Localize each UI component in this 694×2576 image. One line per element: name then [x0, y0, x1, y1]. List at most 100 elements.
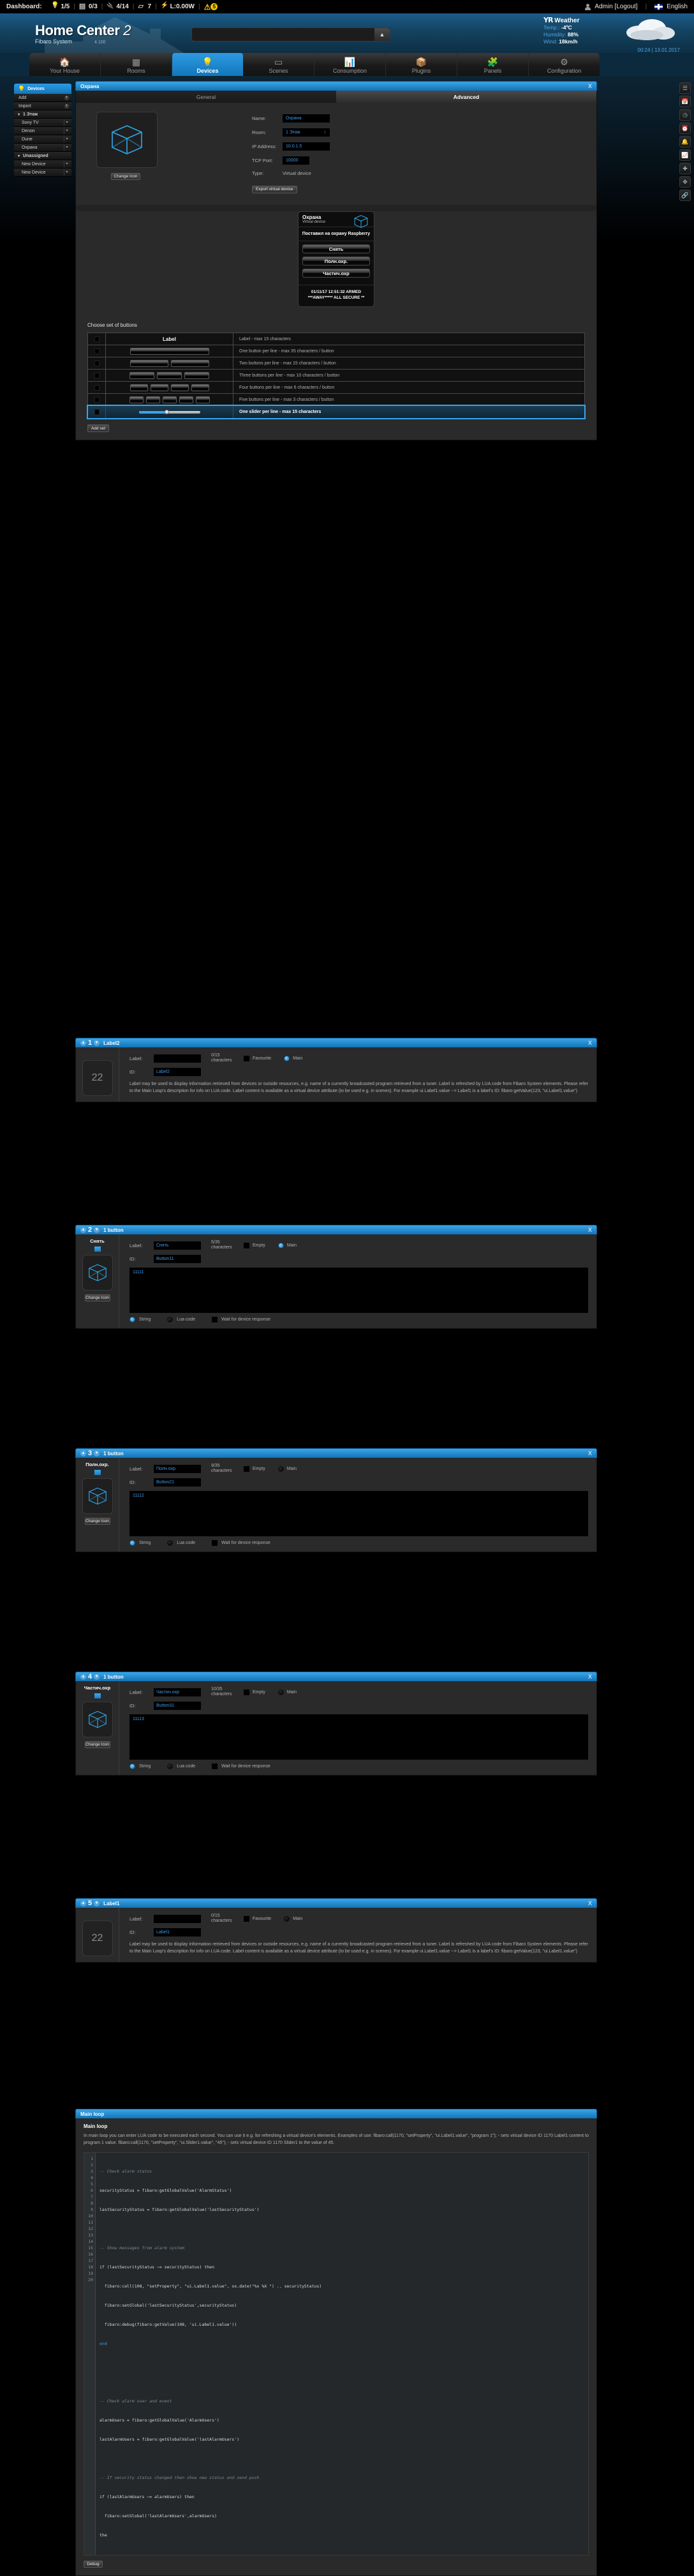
chooser-row-one-button[interactable]: One button per line - max 35 characters … [88, 345, 584, 357]
nav-tab-consumption[interactable]: 📊 Consumption [314, 53, 386, 76]
change-icon-button[interactable]: Change Icon [111, 173, 140, 180]
change-icon-button[interactable]: Change Icon [84, 1518, 110, 1525]
mode-lua[interactable]: Lua code [167, 1317, 195, 1322]
close-icon[interactable]: X [588, 83, 592, 89]
change-icon-button[interactable]: Change Icon [84, 1294, 110, 1301]
wait-checkbox[interactable] [212, 1317, 218, 1322]
chooser-checkbox[interactable] [94, 372, 100, 378]
alarm-icon[interactable]: ⏰ [679, 123, 691, 134]
chooser-checkbox-cell[interactable] [88, 345, 106, 357]
nav-tab-rooms[interactable]: ▦ Rooms [101, 53, 172, 76]
string-radio[interactable] [129, 1317, 135, 1322]
stat-scenes[interactable]: 7 [138, 2, 151, 10]
main-radio[interactable] [277, 1465, 284, 1472]
lua-radio[interactable] [167, 1764, 174, 1769]
nav-tab-panels[interactable]: 🧩 Panels [457, 53, 529, 76]
sidebar-item-denon[interactable]: Denon ▾ [14, 127, 71, 135]
move-icon[interactable]: ✥ [679, 176, 691, 188]
mode-wait[interactable]: Wait for device response [212, 1317, 270, 1322]
lua-radio[interactable] [167, 1540, 174, 1546]
id-input[interactable]: Label1 [154, 1928, 201, 1936]
sidebar-item-ohrana[interactable]: Охрана ▾ [14, 144, 71, 152]
empty-checkbox[interactable] [244, 1689, 249, 1695]
element-3-icon-box[interactable] [82, 1478, 113, 1514]
wait-checkbox[interactable] [212, 1540, 218, 1546]
sidebar-item-add[interactable]: Add + [14, 94, 71, 102]
move-up-icon[interactable]: ▲ [80, 1450, 86, 1456]
mode-string[interactable]: String [129, 1764, 151, 1769]
chooser-row-five-buttons[interactable]: Five buttons per line - max 3 characters… [88, 394, 584, 406]
wait-checkbox[interactable] [212, 1764, 218, 1769]
move-down-icon[interactable]: ▼ [94, 1227, 100, 1233]
mode-lua[interactable]: Lua code [167, 1540, 195, 1546]
port-input[interactable]: 10000 [283, 156, 309, 165]
chooser-row-one-slider[interactable]: One slider per line - max 15 characters [87, 405, 586, 419]
stat-plugs[interactable]: 4/14 [107, 3, 128, 10]
nav-tab-devices[interactable]: 💡 Devices [172, 53, 243, 76]
ip-input[interactable]: 10.0.1.5 [283, 142, 330, 151]
id-input[interactable]: Button31 [154, 1702, 201, 1710]
chevron-down-icon[interactable]: ▾ [64, 128, 70, 134]
tab-advanced[interactable]: Advanced [336, 91, 596, 103]
mode-wait[interactable]: Wait for device response [212, 1764, 270, 1769]
list-icon[interactable]: ☰ [679, 82, 691, 94]
stat-lights[interactable]: 1/5 [51, 2, 70, 10]
plus-icon[interactable]: ✚ [679, 163, 691, 174]
plus-icon[interactable]: + [64, 104, 69, 109]
label-input[interactable]: Снять [154, 1241, 201, 1250]
sidebar-item-dune[interactable]: Dune ▾ [14, 135, 71, 144]
chevron-down-icon[interactable]: ▾ [64, 170, 70, 176]
chooser-checkbox-cell[interactable] [88, 406, 106, 418]
chooser-checkbox-cell[interactable] [88, 333, 106, 345]
main-loop-editor[interactable]: 1234567 8 9 10 11 12 13 14 15 16 17 18 19 20 -- Che… [84, 2152, 589, 2556]
change-icon-button[interactable]: Change Icon [84, 1741, 110, 1748]
chooser-checkbox[interactable] [94, 348, 100, 354]
move-up-icon[interactable]: ▲ [80, 1040, 86, 1046]
main-radio[interactable] [277, 1689, 284, 1695]
sidebar-item-import[interactable]: Import + [14, 102, 71, 110]
vd-button-poln-ohr[interactable]: Полн.охр. [302, 257, 370, 266]
string-radio[interactable] [129, 1764, 135, 1769]
chevron-down-icon[interactable]: ▾ [64, 161, 70, 167]
chooser-checkbox-cell[interactable] [88, 370, 106, 381]
chooser-row-two-buttons[interactable]: Two buttons per line - max 15 characters… [88, 357, 584, 370]
move-down-icon[interactable]: ▼ [94, 1674, 100, 1680]
alert-count-badge[interactable]: 5 [210, 3, 218, 10]
chooser-row-label[interactable]: Label Label - max 15 characters [88, 333, 584, 345]
plus-icon[interactable]: + [64, 96, 69, 100]
user-label[interactable]: Admin [Logout] [594, 3, 637, 10]
favourite-checkbox[interactable] [244, 1055, 249, 1061]
sidebar-item-new-device-2[interactable]: New Device ▾ [14, 168, 71, 177]
element-2-icon-box[interactable] [82, 1255, 113, 1291]
chooser-checkbox[interactable] [94, 384, 100, 391]
chooser-checkbox-cell[interactable] [88, 394, 106, 405]
sidebar-group-unassigned[interactable]: ▾ Unassigned [14, 152, 71, 160]
move-up-icon[interactable]: ▲ [80, 1227, 86, 1233]
chooser-checkbox[interactable] [94, 360, 100, 366]
sidebar-item-new-device-1[interactable]: New Device ▾ [14, 160, 71, 168]
id-input[interactable]: Label2 [154, 1068, 201, 1076]
chevron-down-icon[interactable]: ▾ [64, 120, 70, 126]
action-code-textarea[interactable]: 11113 [129, 1714, 588, 1760]
chooser-checkbox[interactable] [94, 409, 100, 415]
move-down-icon[interactable]: ▼ [94, 1450, 100, 1456]
sidebar-item-sony-tv[interactable]: Sony TV ▾ [14, 119, 71, 127]
graph-icon[interactable]: 📈 [679, 149, 691, 161]
name-input[interactable]: Охрана [283, 114, 330, 123]
close-icon[interactable]: X [588, 1900, 592, 1906]
chooser-row-three-buttons[interactable]: Three buttons per line - max 10 characte… [88, 370, 584, 382]
clock-icon[interactable]: ◷ [679, 109, 691, 121]
chevron-down-icon[interactable]: ▾ [64, 137, 70, 142]
room-select[interactable]: 1 Этаж ↕ [283, 128, 330, 137]
mode-lua[interactable]: Lua code [167, 1764, 195, 1769]
empty-checkbox[interactable] [244, 1465, 249, 1472]
main-radio[interactable] [284, 1915, 290, 1922]
stat-power[interactable]: L:0.00W [161, 2, 195, 10]
calendar-icon[interactable]: 📅 [679, 96, 691, 107]
add-set-button[interactable]: Add set [87, 424, 109, 432]
close-icon[interactable]: X [588, 1674, 592, 1680]
stat-blinds[interactable]: 0/3 [79, 2, 98, 10]
close-icon[interactable]: X [588, 1450, 592, 1456]
mode-string[interactable]: String [129, 1317, 151, 1322]
debug-button[interactable]: Debug [84, 2561, 103, 2568]
